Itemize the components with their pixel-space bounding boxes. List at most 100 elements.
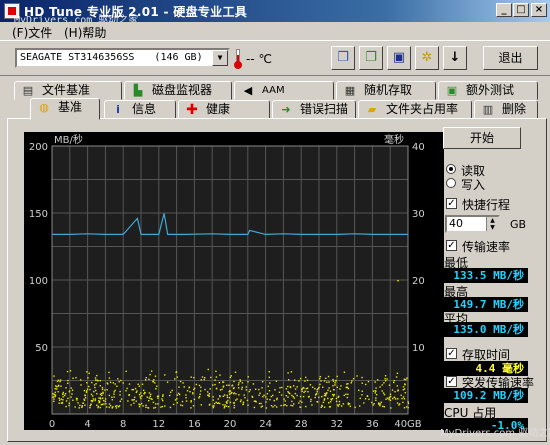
tab-random-access[interactable]: ▦ 随机存取 (336, 81, 436, 100)
access-time-point (395, 376, 398, 378)
tab-info[interactable]: i 信息 (104, 100, 176, 119)
access-time-point (354, 406, 356, 409)
access-time-point (289, 386, 291, 388)
access-time-point (101, 388, 104, 391)
access-time-point (287, 372, 289, 374)
access-time-point (396, 402, 399, 404)
copy-screenshot-button[interactable]: ❐ (359, 46, 383, 70)
close-button[interactable]: × (531, 3, 547, 17)
copy-info-button[interactable]: ❐ (331, 46, 355, 70)
access-time-point (229, 376, 231, 379)
access-time-point (247, 404, 249, 406)
access-time-point (201, 376, 204, 378)
drive-select[interactable]: SEAGATE ST3146356SS (146 GB) ▼ (15, 48, 230, 68)
access-time-point (72, 377, 74, 379)
access-time-point (335, 400, 338, 403)
access-time-point (214, 379, 216, 381)
minimize-button[interactable]: _ (496, 3, 512, 17)
access-time-point (154, 375, 157, 377)
access-time-point (193, 398, 196, 401)
access-time-point (396, 372, 399, 375)
tab-erase[interactable]: ▥ 删除 (474, 100, 538, 119)
access-time-point (195, 383, 198, 386)
access-time-point (101, 394, 103, 397)
access-time-point (219, 374, 221, 376)
access-time-point (382, 392, 385, 394)
access-time-point (333, 388, 335, 391)
access-time-point (228, 396, 231, 399)
access-time-point (226, 394, 228, 397)
access-time-point (403, 407, 406, 409)
access-time-point (78, 407, 80, 409)
access-time-point (92, 398, 95, 400)
tab-benchmark[interactable]: ◍ 基准 (30, 98, 100, 120)
tab-extra-tests[interactable]: ▣ 额外测试 (438, 81, 538, 100)
maximize-button[interactable]: □ (513, 3, 529, 17)
tab-aam[interactable]: ◀ AAM (234, 81, 334, 100)
access-time-point (199, 393, 201, 395)
access-time-point (111, 399, 113, 401)
info-icon: i (116, 103, 120, 116)
access-time-point (239, 380, 242, 382)
chevron-down-icon[interactable]: ▼ (212, 50, 228, 66)
access-time-point (53, 375, 55, 377)
access-time-point (290, 371, 293, 373)
access-time-point (85, 391, 88, 393)
access-time-point (222, 395, 225, 397)
access-time-point (323, 394, 326, 397)
access-time-point (209, 388, 211, 390)
spin-up-icon[interactable]: ▲ (486, 217, 498, 224)
access-time-point (407, 407, 409, 409)
download-button[interactable]: ↓ (443, 46, 467, 70)
tab-disk-monitor[interactable]: ▙ 磁盘监视器 (124, 81, 232, 100)
access-time-point (59, 380, 61, 383)
access-time-point (274, 389, 276, 391)
access-time-point (361, 382, 363, 384)
download-icon: ↓ (449, 50, 461, 65)
tab-error-scan[interactable]: ➜ 错误扫描 (272, 100, 356, 119)
access-time-point (396, 385, 399, 387)
access-time-point (65, 400, 68, 402)
exit-button[interactable]: 退出 (483, 46, 538, 70)
menu-file[interactable]: (F)文件 (12, 24, 52, 41)
access-time-point (81, 405, 84, 407)
tab-health[interactable]: ✚ 健康 (178, 100, 270, 119)
access-time-point (108, 377, 111, 379)
access-time-point (218, 381, 221, 384)
benchmark-chart-svg: MB/秒 毫秒20015010050403020100 4 8 12 16 20 24 28 32… (29, 133, 425, 430)
short-stroke-spinner[interactable]: 40 ▲ ▼ (445, 215, 500, 233)
access-time-point (99, 385, 102, 387)
save-button[interactable]: ▣ (387, 46, 411, 70)
access-time-point (189, 391, 191, 393)
access-time-point (403, 388, 406, 390)
access-time-point (164, 374, 166, 376)
access-time-point (329, 390, 332, 392)
access-time-point (406, 377, 408, 379)
x-tick-label: 4 (84, 419, 90, 430)
access-time-point (235, 393, 237, 395)
access-time-point (67, 397, 69, 400)
access-time-point (374, 381, 376, 383)
start-button[interactable]: 开始 (443, 127, 521, 149)
access-time-point (401, 397, 403, 400)
menu-help[interactable]: (H)帮助 (64, 24, 106, 41)
access-time-point (290, 404, 292, 407)
access-time-point (332, 380, 335, 382)
access-time-point (291, 405, 294, 407)
tab-folder-usage[interactable]: ▰ 文件夹占用率 (358, 100, 472, 119)
access-time-point (142, 389, 145, 391)
access-time-point (233, 404, 236, 407)
access-time-point (298, 402, 300, 404)
access-time-point (62, 391, 65, 394)
access-time-point (373, 402, 375, 405)
access-time-point (185, 400, 188, 402)
access-time-point (251, 396, 254, 398)
access-time-point (268, 376, 270, 379)
access-time-point (304, 380, 306, 382)
options-button[interactable]: ✲ (415, 46, 439, 70)
spin-down-icon[interactable]: ▼ (486, 224, 498, 231)
access-time-point (80, 384, 82, 386)
access-time-point (215, 376, 218, 378)
access-time-point (263, 394, 265, 397)
access-time-point (397, 280, 399, 282)
